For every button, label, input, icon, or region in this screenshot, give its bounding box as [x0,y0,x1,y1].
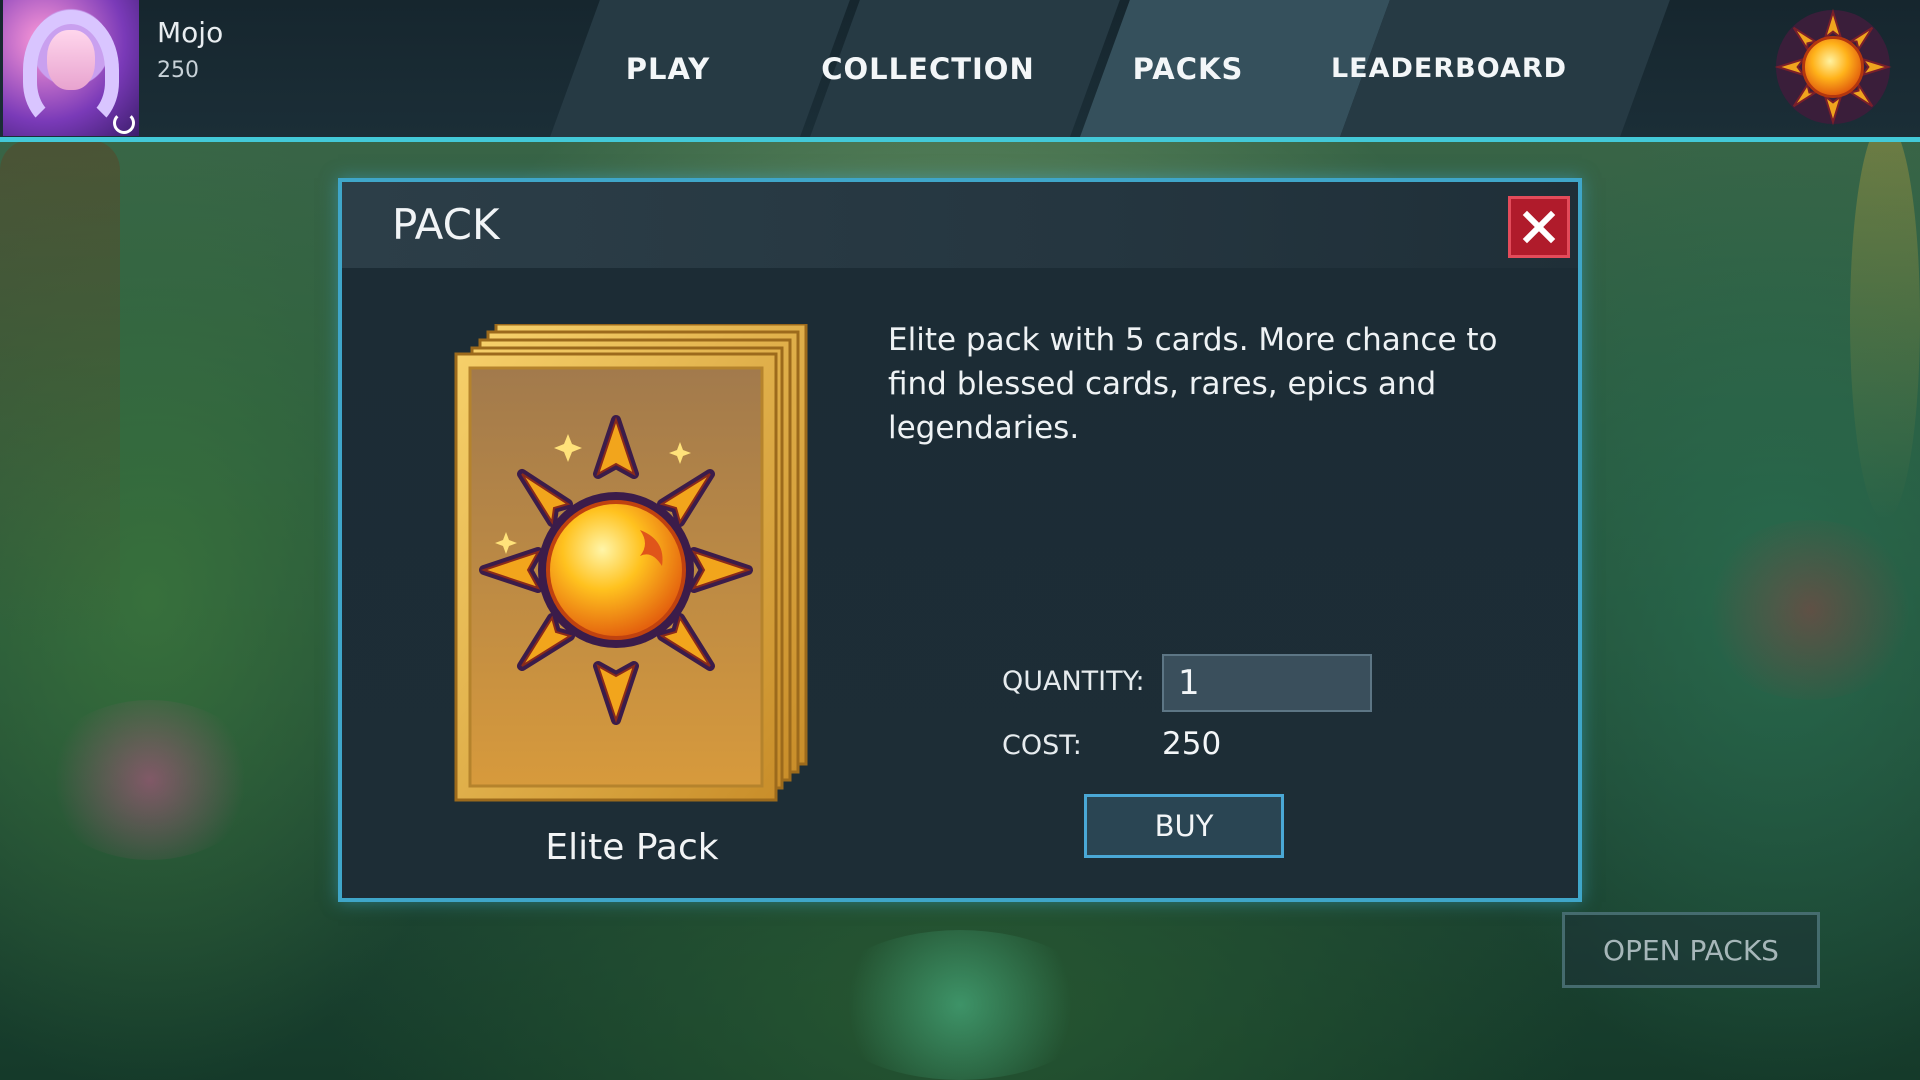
cost-label: COST: [1002,730,1082,761]
modal-header: PACK [342,182,1578,268]
avatar-face [47,30,95,90]
forest-berries-glow [1700,520,1920,700]
tab-leaderboard[interactable]: LEADERBOARD [1331,0,1566,137]
refresh-icon[interactable] [113,112,135,134]
pack-description: Elite pack with 5 cards. More chance to … [888,322,1498,446]
cost-value: 250 [1162,726,1222,762]
forest-spiral-glow [820,930,1100,1080]
sun-emblem-icon[interactable] [1774,8,1892,126]
player-avatar[interactable] [3,0,139,136]
top-navigation-bar: Mojo 250 PLAY COLLECTION PACKS LEADERBOA… [0,0,1920,142]
tab-packs[interactable]: PACKS [1088,0,1288,137]
modal-title: PACK [392,200,500,249]
forest-flowers-glow [40,700,260,860]
player-coins: 250 [157,58,199,83]
open-packs-button[interactable]: OPEN PACKS [1562,912,1820,988]
close-button[interactable] [1508,196,1570,258]
forest-tree-trunk [0,140,120,640]
pack-name: Elite Pack [545,827,719,868]
forest-light-ray [1850,120,1920,520]
tab-play[interactable]: PLAY [568,0,768,137]
player-name: Mojo [157,16,224,49]
pack-modal: PACK Elite Pack Elite pack with 5 cards.… [338,178,1582,902]
quantity-input[interactable] [1162,654,1372,712]
buy-button[interactable]: BUY [1084,794,1284,858]
sun-emblem-card-stack [454,324,808,802]
quantity-label: QUANTITY: [1002,666,1145,697]
close-icon [1522,210,1556,244]
tab-collection[interactable]: COLLECTION [818,0,1038,137]
